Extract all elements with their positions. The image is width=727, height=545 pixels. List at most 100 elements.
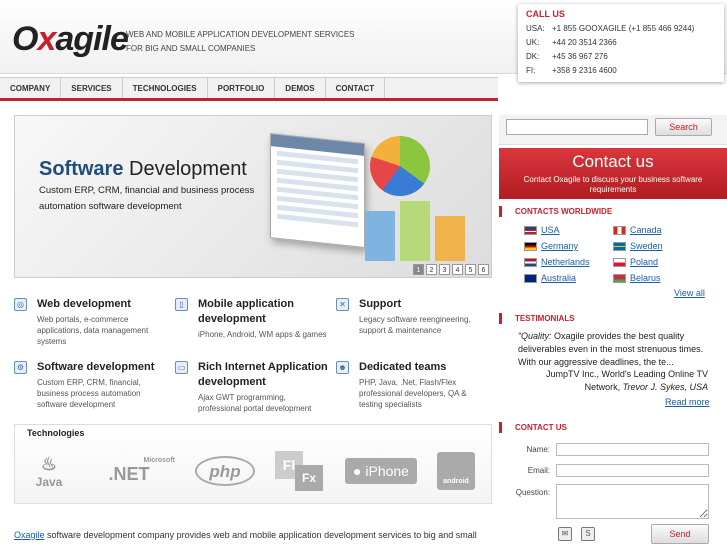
intro-text: Oxagile software development company pro… (14, 530, 477, 540)
email-field[interactable] (556, 464, 709, 477)
software-icon: ⚙ (14, 361, 27, 374)
web-icon: ◎ (14, 298, 27, 311)
hero-title: Software Development (39, 158, 247, 180)
pager-5[interactable]: 5 (465, 264, 476, 275)
nav-demos[interactable]: DEMOS (275, 78, 326, 98)
php-logo[interactable]: php (195, 456, 255, 486)
nav-contact[interactable]: CONTACT (326, 78, 386, 98)
service-ria-development[interactable]: ▭ Rich Internet Application development … (175, 360, 330, 414)
contact-us-banner[interactable]: Contact us Contact Oxagile to discuss yo… (499, 148, 727, 199)
flex-logo[interactable]: Fl Fx (275, 451, 325, 491)
search-input[interactable] (506, 119, 648, 135)
testimonial-quote: “Quality: Oxagile provides the best qual… (518, 331, 704, 367)
canada-flag-icon (613, 225, 626, 235)
pager-4[interactable]: 4 (452, 264, 463, 275)
phone-row: UK: +44 20 3514 2366 (526, 38, 617, 47)
name-field[interactable] (556, 443, 709, 456)
software-screenshot-image (270, 133, 365, 248)
main-nav: COMPANY SERVICES TECHNOLOGIES PORTFOLIO … (0, 77, 498, 101)
service-title[interactable]: Software development (37, 360, 169, 375)
pie-chart-graphic (370, 136, 430, 196)
search-button[interactable]: Search (655, 118, 712, 136)
contact-us-heading: CONTACT US (499, 422, 727, 433)
nav-company[interactable]: COMPANY (0, 78, 62, 98)
contact-canada[interactable]: Canada (613, 225, 662, 235)
nav-technologies[interactable]: TECHNOLOGIES (123, 78, 208, 98)
iphone-logo[interactable]: ● iPhone (345, 458, 417, 484)
service-dedicated-teams[interactable]: ☻ Dedicated teams PHP, Java, .Net, Flash… (336, 360, 491, 410)
service-desc: Ajax GWT programming, professional porta… (198, 393, 312, 413)
hero-description: Custom ERP, CRM, financial and business … (39, 185, 255, 212)
service-title[interactable]: Support (359, 297, 491, 312)
question-field[interactable] (556, 484, 709, 519)
box-graphic (365, 211, 395, 261)
android-logo[interactable]: android (437, 452, 475, 490)
phone-row: USA: +1 855 GOOXAGILE (+1 855 466 9244) (526, 24, 695, 33)
skype-icon[interactable]: S (581, 527, 595, 541)
testimonials-heading: TESTIMONIALS (499, 313, 727, 324)
contact-banner-subtitle: Contact Oxagile to discuss your business… (523, 175, 703, 194)
tools-icon: ✕ (336, 298, 349, 311)
hero-slider[interactable]: Software Development Custom ERP, CRM, fi… (14, 115, 492, 278)
contact-belarus[interactable]: Belarus (613, 273, 661, 283)
tagline-line-1: WEB AND MOBILE APPLICATION DEVELOPMENT S… (126, 30, 355, 39)
contacts-worldwide-heading: CONTACTS WORLDWIDE (499, 206, 727, 217)
tagline-line-2: FOR BIG AND SMALL COMPANIES (126, 44, 256, 53)
testimonial-author: JumpTV Inc., World's Leading Online TV N… (546, 369, 708, 392)
contact-germany[interactable]: Germany (524, 241, 578, 251)
service-desc: Web portals, e-commerce applications, da… (37, 315, 149, 346)
name-label: Name: (526, 445, 550, 454)
service-web-development[interactable]: ◎ Web development Web portals, e-commerc… (14, 297, 169, 347)
pager-2[interactable]: 2 (426, 264, 437, 275)
contact-banner-title: Contact us (572, 152, 654, 171)
tv-icon: ▭ (175, 361, 188, 374)
service-title[interactable]: Dedicated teams (359, 360, 491, 375)
oxagile-link[interactable]: Oxagile (14, 530, 45, 540)
search-bar: Search (499, 115, 727, 145)
tagline: WEB AND MOBILE APPLICATION DEVELOPMENT S… (126, 28, 355, 56)
phone-row: FI: +358 9 2316 4600 (526, 66, 617, 75)
envelope-icon[interactable]: ✉ (558, 527, 572, 541)
email-label: Email: (527, 466, 550, 475)
service-desc: iPhone, Android, WM apps & games (198, 330, 327, 339)
contact-usa[interactable]: USA (524, 225, 560, 235)
box-graphic (435, 216, 465, 261)
contact-netherlands[interactable]: Netherlands (524, 257, 590, 267)
call-us-box: CALL US USA: +1 855 GOOXAGILE (+1 855 466… (518, 4, 724, 82)
java-logo[interactable]: ♨ Java (35, 454, 63, 489)
nav-services[interactable]: SERVICES (61, 78, 123, 98)
dotnet-logo[interactable]: Microsoft .NET (83, 457, 175, 485)
technologies-panel: Technologies ♨ Java Microsoft .NET php Fl F… (14, 424, 492, 504)
service-title[interactable]: Mobile application development (198, 297, 330, 327)
service-desc: Custom ERP, CRM, financial, business pro… (37, 378, 141, 409)
poland-flag-icon (613, 257, 626, 267)
usa-flag-icon (524, 225, 537, 235)
netherlands-flag-icon (524, 257, 537, 267)
send-button[interactable]: Send (651, 524, 709, 544)
team-icon: ☻ (336, 361, 349, 374)
view-all-link[interactable]: View all (674, 288, 705, 298)
phone-row: DK: +45 36 967 276 (526, 52, 608, 61)
sweden-flag-icon (613, 241, 626, 251)
contact-sweden[interactable]: Sweden (613, 241, 663, 251)
question-label: Question: (515, 488, 550, 497)
service-title[interactable]: Web development (37, 297, 169, 312)
oxagile-logo[interactable]: Oxagile (12, 22, 129, 56)
pager-6[interactable]: 6 (478, 264, 489, 275)
belarus-flag-icon (613, 273, 626, 283)
box-graphic (400, 201, 430, 261)
germany-flag-icon (524, 241, 537, 251)
service-software-development[interactable]: ⚙ Software development Custom ERP, CRM, … (14, 360, 169, 410)
apple-icon: ● (353, 463, 362, 479)
service-title[interactable]: Rich Internet Application development (198, 360, 330, 390)
service-support[interactable]: ✕ Support Legacy software reengineering,… (336, 297, 491, 336)
service-mobile-development[interactable]: ▯ Mobile application development iPhone,… (175, 297, 330, 340)
service-desc: Legacy software reengineering, support &… (359, 315, 471, 335)
contact-australia[interactable]: Australia (524, 273, 576, 283)
contact-poland[interactable]: Poland (613, 257, 658, 267)
pager-3[interactable]: 3 (439, 264, 450, 275)
nav-portfolio[interactable]: PORTFOLIO (208, 78, 276, 98)
read-more-link[interactable]: Read more (665, 397, 710, 407)
pager-1[interactable]: 1 (413, 264, 424, 275)
australia-flag-icon (524, 273, 537, 283)
